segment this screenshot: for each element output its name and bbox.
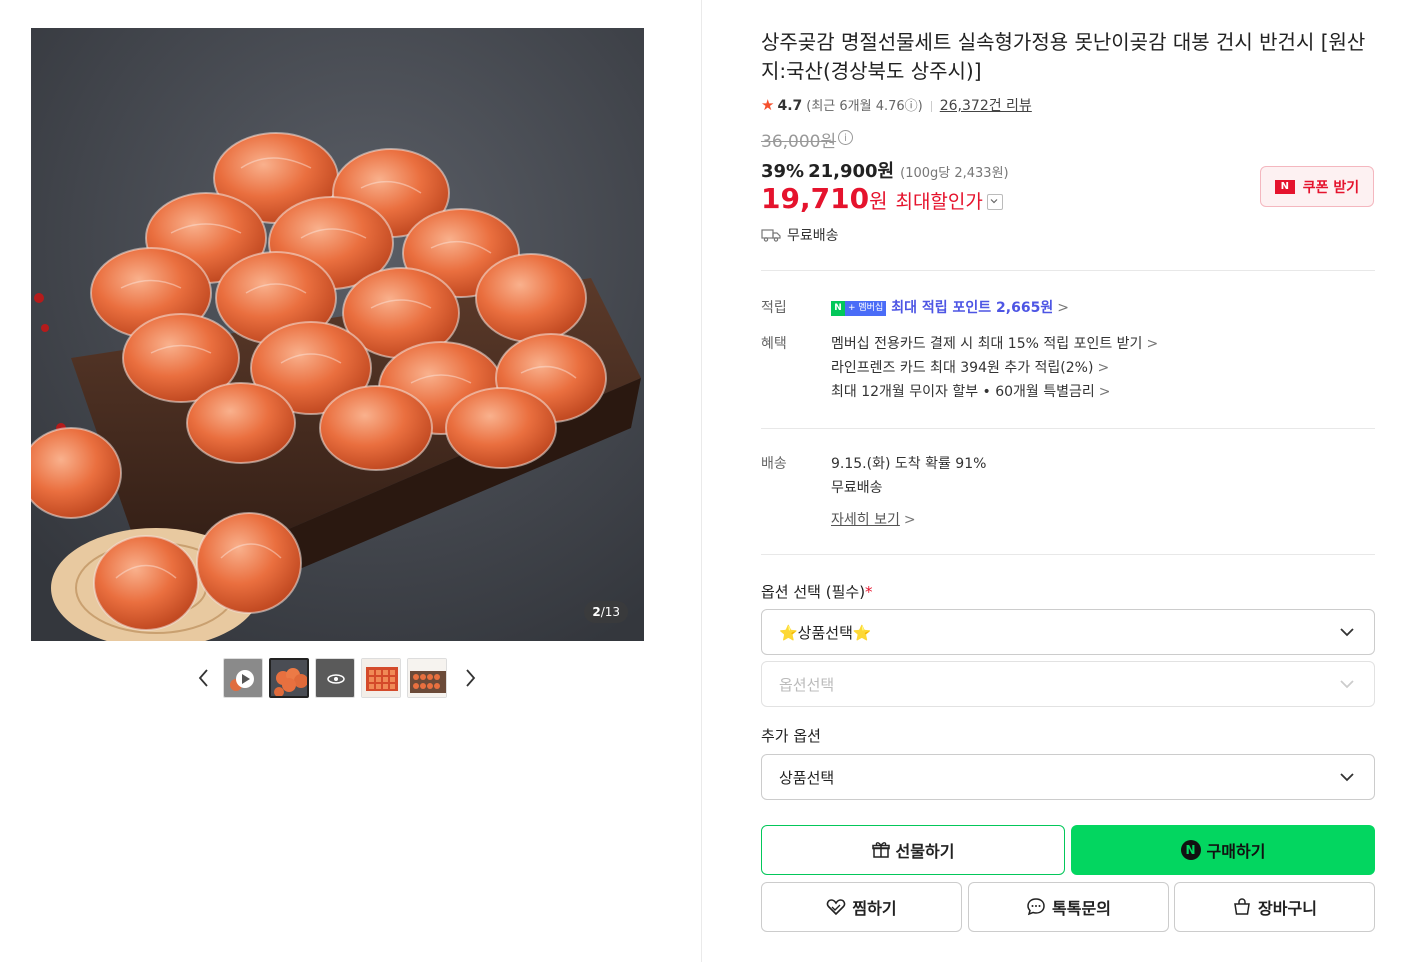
wishlist-button-label: 찜하기: [852, 899, 897, 918]
play-icon: [224, 659, 262, 697]
chevron-right-icon: [466, 669, 476, 687]
perk-item[interactable]: 라인프렌즈 카드 최대 394원 추가 적립(2%) >: [831, 357, 1109, 377]
talk-inquiry-button[interactable]: 톡톡문의: [968, 882, 1169, 932]
perk-item-label: 라인프렌즈 카드 최대 394원 추가 적립(2%): [831, 360, 1094, 376]
divider: [761, 428, 1375, 429]
buy-button-label: 구매하기: [1206, 842, 1266, 861]
review-count-link[interactable]: 26,372건 리뷰: [940, 98, 1032, 114]
delivery-label: 배송: [761, 456, 787, 472]
buy-button[interactable]: N 구매하기: [1071, 825, 1375, 875]
thumbnail-persimmon-pile[interactable]: [269, 658, 309, 698]
thumbnail-gift-box[interactable]: [361, 658, 401, 698]
coupon-button[interactable]: N 쿠폰 받기: [1260, 166, 1374, 207]
chevron-down-icon[interactable]: [986, 193, 1003, 210]
product-select-value: ⭐상품선택⭐: [779, 623, 872, 642]
membership-badge-n: N: [831, 300, 845, 316]
image-counter-total: /13: [600, 605, 620, 619]
extra-option-label: 추가 옵션: [761, 727, 821, 745]
gift-button-label: 선물하기: [895, 842, 955, 861]
truck-icon: [761, 229, 781, 242]
chevron-left-icon: [198, 669, 208, 687]
discount-rate: 39%: [761, 161, 805, 182]
rating-row: ★ 4.7 (최근 6개월 4.76ⓘ) 26,372건 리뷰: [761, 95, 1032, 115]
prev-image-button[interactable]: [192, 664, 216, 692]
perks-label: 혜택: [761, 336, 787, 352]
persimmon-photo: [31, 28, 644, 641]
delivery-details-link[interactable]: 자세히 보기 >: [831, 509, 916, 529]
image-counter-current: 2: [592, 605, 601, 619]
max-discount-amount: 19,710: [761, 182, 870, 215]
perk-item[interactable]: 최대 12개월 무이자 할부 • 60개월 특별금리 >: [831, 381, 1111, 401]
gift-box-open-icon: [408, 659, 446, 697]
chevron-right-icon: >: [1098, 384, 1111, 400]
option-select-dropdown[interactable]: 옵션선택: [761, 661, 1375, 707]
info-icon[interactable]: i: [838, 130, 853, 145]
chevron-down-icon: [1340, 680, 1354, 689]
sale-price: 21,900원: [808, 161, 895, 182]
extra-option-dropdown[interactable]: 상품선택: [761, 754, 1375, 800]
divider: [761, 554, 1375, 555]
persimmon-thumb-icon: [271, 660, 307, 696]
cart-button-label: 장바구니: [1258, 899, 1317, 918]
talk-inquiry-button-label: 톡톡문의: [1052, 899, 1111, 918]
next-image-button[interactable]: [458, 664, 482, 692]
membership-badge-plus: + 멤버십: [845, 300, 887, 316]
max-discount-price[interactable]: 19,710원 최대할인가: [761, 182, 1003, 215]
coupon-button-label: 쿠폰 받기: [1302, 179, 1360, 196]
free-shipping: 무료배송: [761, 225, 839, 245]
option-select-placeholder: 옵션선택: [779, 675, 835, 694]
gift-box-grid-icon: [362, 659, 400, 697]
main-product-image[interactable]: 2/13: [31, 28, 644, 641]
shopping-bag-icon: [1234, 898, 1250, 915]
wishlist-button[interactable]: 찜하기: [761, 882, 962, 932]
chevron-right-icon: >: [1057, 300, 1069, 316]
gift-icon: [871, 842, 890, 858]
points-label: 적립: [761, 300, 787, 316]
max-discount-label: 최대할인가: [895, 191, 983, 213]
naver-membership-badge: N + 멤버십: [831, 300, 887, 316]
delivery-details-label: 자세히 보기: [831, 512, 900, 528]
free-shipping-label: 무료배송: [787, 228, 839, 244]
max-points-text: 최대 적립 포인트 2,665원: [891, 300, 1054, 316]
unit-price: (100g당 2,433원): [900, 166, 1009, 181]
recent-rating[interactable]: (최근 6개월 4.76ⓘ): [806, 99, 922, 114]
original-price: 36,000원: [761, 132, 837, 152]
thumbnail-gift-box-open[interactable]: [407, 658, 447, 698]
required-option-text: 옵션 선택 (필수): [761, 583, 866, 601]
max-discount-won: 원: [869, 189, 888, 213]
naver-pay-icon: N: [1180, 840, 1201, 860]
product-title: 상주곶감 명절선물세트 실속형가정용 못난이곶감 대봉 건시 반건시 [원산지:…: [761, 30, 1366, 83]
product-select-dropdown[interactable]: ⭐상품선택⭐: [761, 609, 1375, 655]
image-counter: 2/13: [584, 601, 628, 623]
chat-bubble-icon: [1027, 898, 1045, 916]
sale-price-line: 39% 21,900원 (100g당 2,433원): [761, 157, 1009, 183]
perk-item-label: 멤버십 전용카드 결제 시 최대 15% 적립 포인트 받기: [831, 336, 1143, 352]
delivery-arrival: 9.15.(화) 도착 확률 91%: [831, 456, 987, 472]
gift-button[interactable]: 선물하기: [761, 825, 1065, 875]
star-icon: ★: [761, 96, 775, 114]
extra-option-value: 상품선택: [779, 768, 835, 787]
thumbnail-360-view[interactable]: [315, 658, 355, 698]
delivery-fee: 무료배송: [831, 480, 883, 496]
heart-icon: [827, 899, 846, 916]
thumbnail-video[interactable]: [223, 658, 263, 698]
chevron-right-icon: >: [1146, 336, 1159, 352]
chevron-down-icon: [1340, 773, 1354, 782]
perk-item[interactable]: 멤버십 전용카드 결제 시 최대 15% 적립 포인트 받기 >: [831, 333, 1158, 353]
required-mark: *: [865, 583, 873, 601]
product-gallery: 2/13: [0, 0, 702, 962]
chevron-right-icon: >: [1097, 360, 1110, 376]
chevron-down-icon: [1340, 628, 1354, 637]
divider: [761, 270, 1375, 271]
perk-item-label: 최대 12개월 무이자 할부 • 60개월 특별금리: [831, 384, 1095, 400]
naver-coupon-icon: N: [1274, 179, 1295, 194]
chevron-right-icon: >: [903, 512, 916, 528]
rating-separator: [930, 100, 932, 112]
required-option-label: 옵션 선택 (필수)*: [761, 581, 873, 602]
points-row[interactable]: N + 멤버십 최대 적립 포인트 2,665원 >: [831, 297, 1069, 317]
thumbnail-strip: [0, 656, 702, 700]
cart-button[interactable]: 장바구니: [1174, 882, 1375, 932]
rotate-360-icon: [316, 659, 354, 697]
rating-score: 4.7: [777, 98, 803, 114]
